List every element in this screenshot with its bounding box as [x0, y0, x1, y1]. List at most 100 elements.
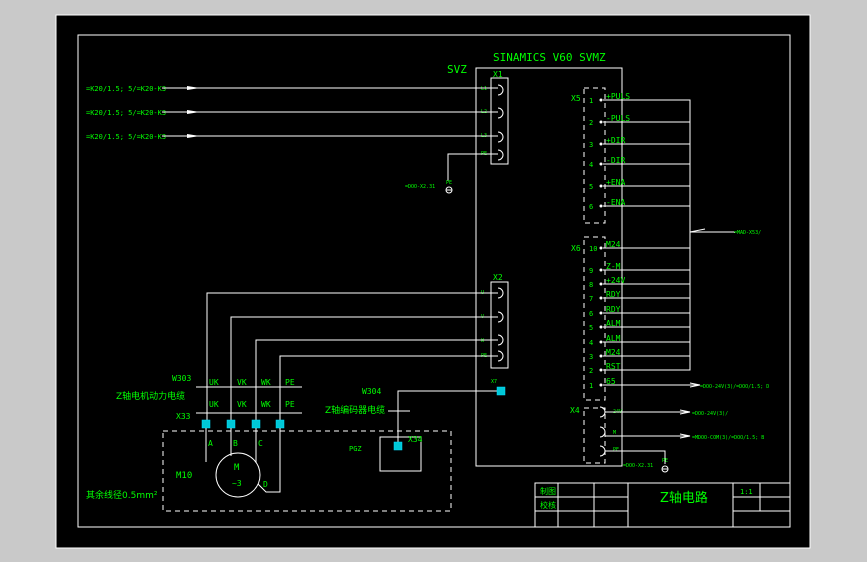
x6pins-num-7: 3 — [589, 353, 593, 361]
input-1-label: =K20/1.5; 5/=K20-K3 — [86, 85, 166, 93]
svg-text:L1: L1 — [481, 86, 487, 92]
svg-text:X5: X5 — [571, 94, 581, 103]
x6pins-num-4: 6 — [589, 310, 593, 318]
x5-ref: =MAD-X53/ — [734, 230, 761, 236]
x5pins-num-1: 2 — [589, 119, 593, 127]
x5pins-dot-0 — [599, 98, 603, 102]
x5pins-label-3: -DIR — [606, 156, 625, 165]
svg-text:X1: X1 — [493, 70, 503, 79]
svg-text:X34: X34 — [408, 435, 423, 444]
x33-pin-4 — [275, 419, 285, 429]
svg-text:PE: PE — [662, 458, 668, 464]
x5pins-label-4: +ENA — [606, 178, 625, 187]
input-2-label: =K20/1.5; 5/=K20-K3 — [86, 109, 166, 117]
input-3-label: =K20/1.5; 5/=K20-K3 — [86, 133, 166, 141]
title-cell-1: 制图 — [540, 486, 556, 496]
svg-text:WK: WK — [261, 378, 271, 387]
x5pins-num-0: 1 — [589, 97, 593, 105]
svg-text:VK: VK — [237, 400, 247, 409]
x5pins-num-2: 3 — [589, 141, 593, 149]
pe-ref-left: =DOO-X2.31 — [405, 184, 435, 190]
x6pins-num-3: 7 — [589, 295, 593, 303]
x6pins-label-2: +24V — [606, 276, 625, 285]
x6pins-num-9: 1 — [589, 382, 593, 390]
x6pins-num-2: 8 — [589, 281, 593, 289]
x33-pin-3 — [251, 419, 261, 429]
x6pins-label-5: ALM — [606, 319, 621, 328]
svg-text:W303: W303 — [172, 374, 191, 383]
drawing-scale: 1:1 — [740, 488, 753, 496]
x6pins-dot-5 — [599, 325, 603, 329]
x6pins-dot-9 — [599, 383, 603, 387]
x6pins-label-8: RST — [606, 362, 621, 371]
x6pins-label-4: RDY — [606, 305, 621, 314]
x33-pin-2 — [226, 419, 236, 429]
x4-ref-2: =MDOO-COM(3)/=DOO/1.5; B — [692, 435, 764, 441]
x6pins-dot-2 — [599, 282, 603, 286]
x6pins-label-0: M24 — [606, 240, 621, 249]
svg-text:M: M — [613, 430, 616, 436]
x5pins-dot-4 — [599, 184, 603, 188]
svg-text:VK: VK — [237, 378, 247, 387]
svg-text:PE: PE — [285, 400, 295, 409]
x5pins-dot-1 — [599, 120, 603, 124]
x6pins-label-1: Z-M — [606, 262, 621, 271]
x5pins-dot-3 — [599, 162, 603, 166]
drive-tag-svz: SVZ — [447, 63, 467, 76]
sheet-frame — [55, 14, 811, 549]
drive-model: SINAMICS V60 SVMZ — [493, 51, 606, 64]
title-cell-2: 校核 — [540, 500, 556, 510]
svg-text:PE: PE — [446, 180, 452, 186]
x5pins-label-1: -PULS — [606, 114, 630, 123]
x34-plug — [393, 441, 403, 451]
x6pins-label-9: 65 — [606, 377, 616, 386]
svg-text:X4: X4 — [570, 406, 580, 415]
x6pins-num-0: 10 — [589, 245, 597, 253]
x5pins-dot-2 — [599, 142, 603, 146]
x6pins-dot-7 — [599, 354, 603, 358]
svg-text:Z轴电机动力电缆: Z轴电机动力电缆 — [116, 390, 185, 402]
x6pins-dot-8 — [599, 368, 603, 372]
x6pins-dot-1 — [599, 268, 603, 272]
svg-text:X6: X6 — [571, 244, 581, 253]
pe-ref-right: =DOO-X2.31 — [623, 463, 653, 469]
x6pins-num-8: 2 — [589, 367, 593, 375]
x33-pin-1 — [201, 419, 211, 429]
svg-text:C: C — [258, 439, 263, 448]
x5pins-num-3: 4 — [589, 161, 593, 169]
svg-text:A: A — [208, 439, 213, 448]
svg-text:D: D — [263, 480, 268, 489]
x6pins-num-1: 9 — [589, 267, 593, 275]
svg-text:W304: W304 — [362, 387, 381, 396]
svg-text:X2: X2 — [493, 273, 503, 282]
svg-text:PGZ: PGZ — [349, 445, 362, 453]
circuit-drawing: 制图 校核 Z轴电路 1:1 SINAMICS V60 SVMZ SVZ X1 … — [55, 14, 811, 549]
x6pins-label-6: ALM — [606, 334, 621, 343]
svg-text:X7: X7 — [491, 379, 497, 385]
x6pins-dot-3 — [599, 296, 603, 300]
svg-text:Z轴编码器电缆: Z轴编码器电缆 — [325, 404, 385, 416]
x6-ref: =DOO-24V(3)/=DOO/1.5; D — [700, 384, 769, 390]
svg-text:UK: UK — [209, 378, 219, 387]
wire-gauge-note: 其余线径0.5mm² — [86, 489, 158, 501]
x4-ref-1: =DOO-24V(3)/ — [692, 411, 728, 417]
x6pins-label-7: M24 — [606, 348, 621, 357]
x5pins-num-4: 5 — [589, 183, 593, 191]
svg-text:X33: X33 — [176, 412, 191, 421]
x7-plug — [496, 386, 506, 396]
x5pins-label-5: -ENA — [606, 198, 625, 207]
svg-text:UK: UK — [209, 400, 219, 409]
x6pins-dot-4 — [599, 311, 603, 315]
motor-tag: M10 — [176, 471, 192, 481]
svg-text:~3: ~3 — [232, 479, 242, 488]
cad-viewport: 制图 校核 Z轴电路 1:1 SINAMICS V60 SVMZ SVZ X1 … — [0, 0, 867, 562]
x5pins-label-2: +DIR — [606, 136, 625, 145]
svg-text:PE: PE — [285, 378, 295, 387]
svg-text:WK: WK — [261, 400, 271, 409]
x6pins-dot-0 — [599, 246, 603, 250]
x5pins-dot-5 — [599, 204, 603, 208]
x5pins-num-5: 6 — [589, 203, 593, 211]
svg-text:PE: PE — [613, 447, 619, 453]
drawing-title: Z轴电路 — [660, 490, 708, 506]
x6pins-num-6: 4 — [589, 339, 593, 347]
